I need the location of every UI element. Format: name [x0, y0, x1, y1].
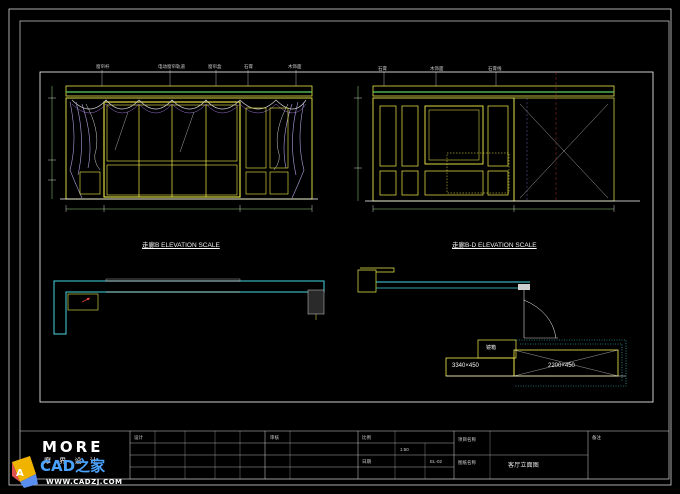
svg-text:A: A: [16, 468, 24, 479]
left-dim-label-5: 木饰面: [288, 64, 302, 69]
right-dim-label-1: 石膏: [378, 66, 387, 71]
left-elevation: [48, 70, 318, 212]
right-dim-label-2: 木饰面: [430, 66, 444, 71]
cad-drawing-canvas: [8, 8, 672, 486]
title-drawing-name: 客厅立面图: [508, 463, 540, 469]
sheet-inner-frame: [19, 20, 670, 480]
title-date-label: 日期: [362, 459, 371, 464]
title-scale-label: 比例: [362, 435, 371, 440]
right-dim-label-3: 石膏线: [488, 66, 502, 71]
left-dim-label-1: 窗帘杆: [96, 64, 110, 69]
watermark-url: WWW.CADZJ.COM: [46, 478, 123, 486]
box-label-small: 镜箱: [486, 345, 497, 351]
left-dim-label-4: 石膏: [244, 64, 253, 69]
title-check-label: 审核: [270, 435, 279, 440]
title-drawing-label: 图纸名称: [458, 460, 476, 465]
box-label-right: 2200×450: [548, 363, 575, 369]
title-sheet-no: EL-02: [430, 459, 443, 464]
left-elevation-title: 走廊B ELEVATION SCALE: [142, 242, 220, 249]
left-dim-label-2: 电动窗帘轨道: [158, 64, 185, 69]
title-scale-value: 1:50: [400, 447, 409, 452]
right-elevation: [354, 72, 640, 212]
box-label-left: 3340×450: [452, 363, 479, 369]
left-dim-label-3: 窗帘盒: [208, 64, 222, 69]
title-designer-label: 设计: [134, 435, 143, 440]
title-project-label: 项目名称: [458, 437, 476, 442]
left-section-detail: [53, 278, 325, 335]
drawing-area-frame: [39, 71, 654, 403]
right-elevation-title: 走廊B-D ELEVATION SCALE: [452, 242, 537, 249]
title-note-label: 备注: [592, 435, 601, 440]
sheet-outer-frame: [8, 8, 672, 486]
watermark-brand: CAD之家: [40, 457, 106, 475]
right-section-detail: [357, 267, 627, 387]
